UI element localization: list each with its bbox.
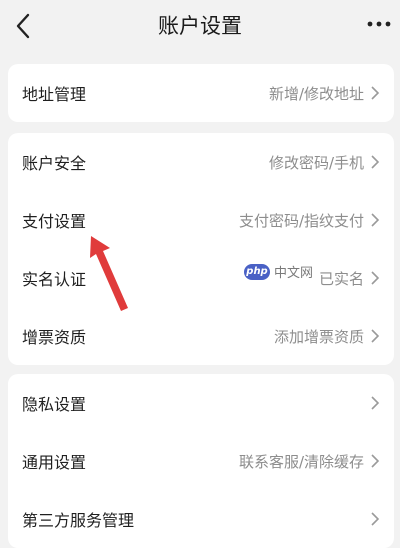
settings-item-invoice[interactable]: 增票资质 添加增票资质	[8, 307, 394, 365]
settings-item-general[interactable]: 通用设置 联系客服/清除缓存	[8, 432, 394, 490]
settings-item-value: 支付密码/指纹支付	[238, 211, 364, 230]
settings-item-value: 添加增票资质	[273, 327, 364, 346]
watermark-text: 中文网	[274, 266, 314, 281]
settings-item-value: 修改密码/手机	[268, 153, 364, 172]
chevron-right-icon	[371, 512, 380, 526]
settings-item-real-name[interactable]: 实名认证 已实名	[8, 249, 394, 307]
annotation-arrow-icon	[90, 236, 128, 311]
watermark-logo-icon: php	[244, 263, 270, 280]
settings-group-account: 账户安全 修改密码/手机 支付设置 支付密码/指纹支付 实名认证 已实名 增票资…	[8, 133, 394, 365]
settings-item-label: 地址管理	[22, 85, 87, 104]
settings-item-account-security[interactable]: 账户安全 修改密码/手机	[8, 133, 394, 191]
chevron-right-icon	[371, 213, 380, 227]
settings-item-third-party[interactable]: 第三方服务管理	[8, 490, 394, 548]
chevron-right-icon	[371, 155, 380, 169]
top-bar: 账户设置	[0, 0, 400, 54]
settings-item-value: 新增/修改地址	[268, 84, 364, 103]
settings-item-value: 联系客服/清除缓存	[238, 452, 364, 471]
settings-item-label: 第三方服务管理	[22, 511, 135, 530]
settings-item-label: 通用设置	[22, 453, 87, 472]
page-title: 账户设置	[158, 14, 242, 38]
settings-item-label: 隐私设置	[22, 395, 87, 414]
settings-group-general: 隐私设置 通用设置 联系客服/清除缓存 第三方服务管理	[8, 374, 394, 548]
settings-item-address[interactable]: 地址管理 新增/修改地址	[8, 64, 394, 122]
chevron-right-icon	[371, 86, 380, 100]
settings-item-value: 已实名	[318, 269, 364, 288]
chevron-right-icon	[371, 271, 380, 285]
chevron-right-icon	[371, 396, 380, 410]
settings-item-label: 账户安全	[22, 154, 87, 173]
settings-item-label: 支付设置	[22, 212, 87, 231]
more-dots-icon	[367, 21, 391, 27]
settings-item-payment[interactable]: 支付设置 支付密码/指纹支付	[8, 191, 394, 249]
chevron-right-icon	[371, 329, 380, 343]
watermark: php 中文网	[244, 262, 313, 281]
more-button[interactable]	[366, 14, 392, 34]
settings-item-privacy[interactable]: 隐私设置	[8, 374, 394, 432]
watermark-logo-text: php	[246, 266, 268, 277]
settings-item-label: 实名认证	[22, 270, 87, 289]
settings-item-label: 增票资质	[22, 328, 87, 347]
chevron-right-icon	[371, 454, 380, 468]
settings-group-address: 地址管理 新增/修改地址	[8, 64, 394, 122]
